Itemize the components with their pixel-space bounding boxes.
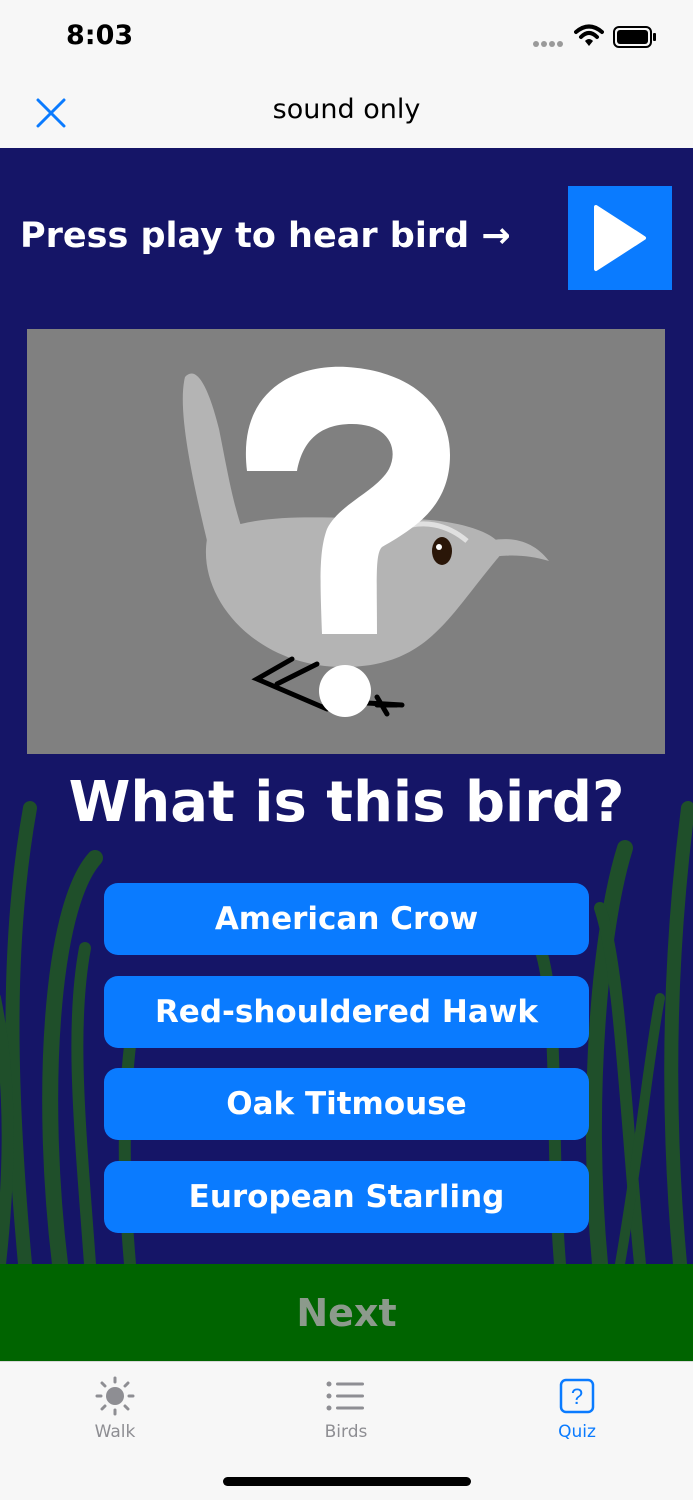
tab-walk-label: Walk <box>94 1422 136 1442</box>
tab-birds-label: Birds <box>324 1422 368 1442</box>
tab-quiz-label: Quiz <box>558 1422 596 1442</box>
home-indicator <box>223 1477 471 1486</box>
navigation-bar: sound only <box>0 78 693 148</box>
question-heading: What is this bird? <box>68 770 625 835</box>
battery-icon <box>613 26 656 48</box>
play-prompt: Press play to hear bird → <box>20 216 511 256</box>
status-bar: 8:03 <box>0 0 693 78</box>
mystery-bird-illustration <box>182 366 549 717</box>
nav-title: sound only <box>272 94 421 125</box>
cellular-signal-icon <box>533 41 563 47</box>
play-button[interactable] <box>568 186 672 290</box>
sun-icon <box>95 1376 135 1416</box>
answer-button-european-starling[interactable]: European Starling <box>104 1161 589 1233</box>
next-label: Next <box>296 1290 397 1335</box>
status-time: 8:03 <box>66 20 134 51</box>
svg-text:?: ? <box>571 1384 583 1409</box>
quiz-area: Press play to hear bird → What is this b… <box>0 148 693 1264</box>
question-square-icon: ? <box>559 1378 595 1414</box>
answer-button-american-crow[interactable]: American Crow <box>104 883 589 955</box>
tab-quiz[interactable]: ? Quiz <box>517 1374 637 1442</box>
mystery-bird-image <box>27 329 665 754</box>
tab-birds[interactable]: Birds <box>286 1374 406 1442</box>
answer-button-red-shouldered-hawk[interactable]: Red-shouldered Hawk <box>104 976 589 1048</box>
answer-button-oak-titmouse[interactable]: Oak Titmouse <box>104 1068 589 1140</box>
tab-walk[interactable]: Walk <box>55 1374 175 1442</box>
list-icon <box>326 1381 364 1411</box>
next-button[interactable]: Next <box>0 1264 693 1361</box>
play-triangle-icon <box>594 205 646 271</box>
wifi-icon <box>574 24 604 46</box>
